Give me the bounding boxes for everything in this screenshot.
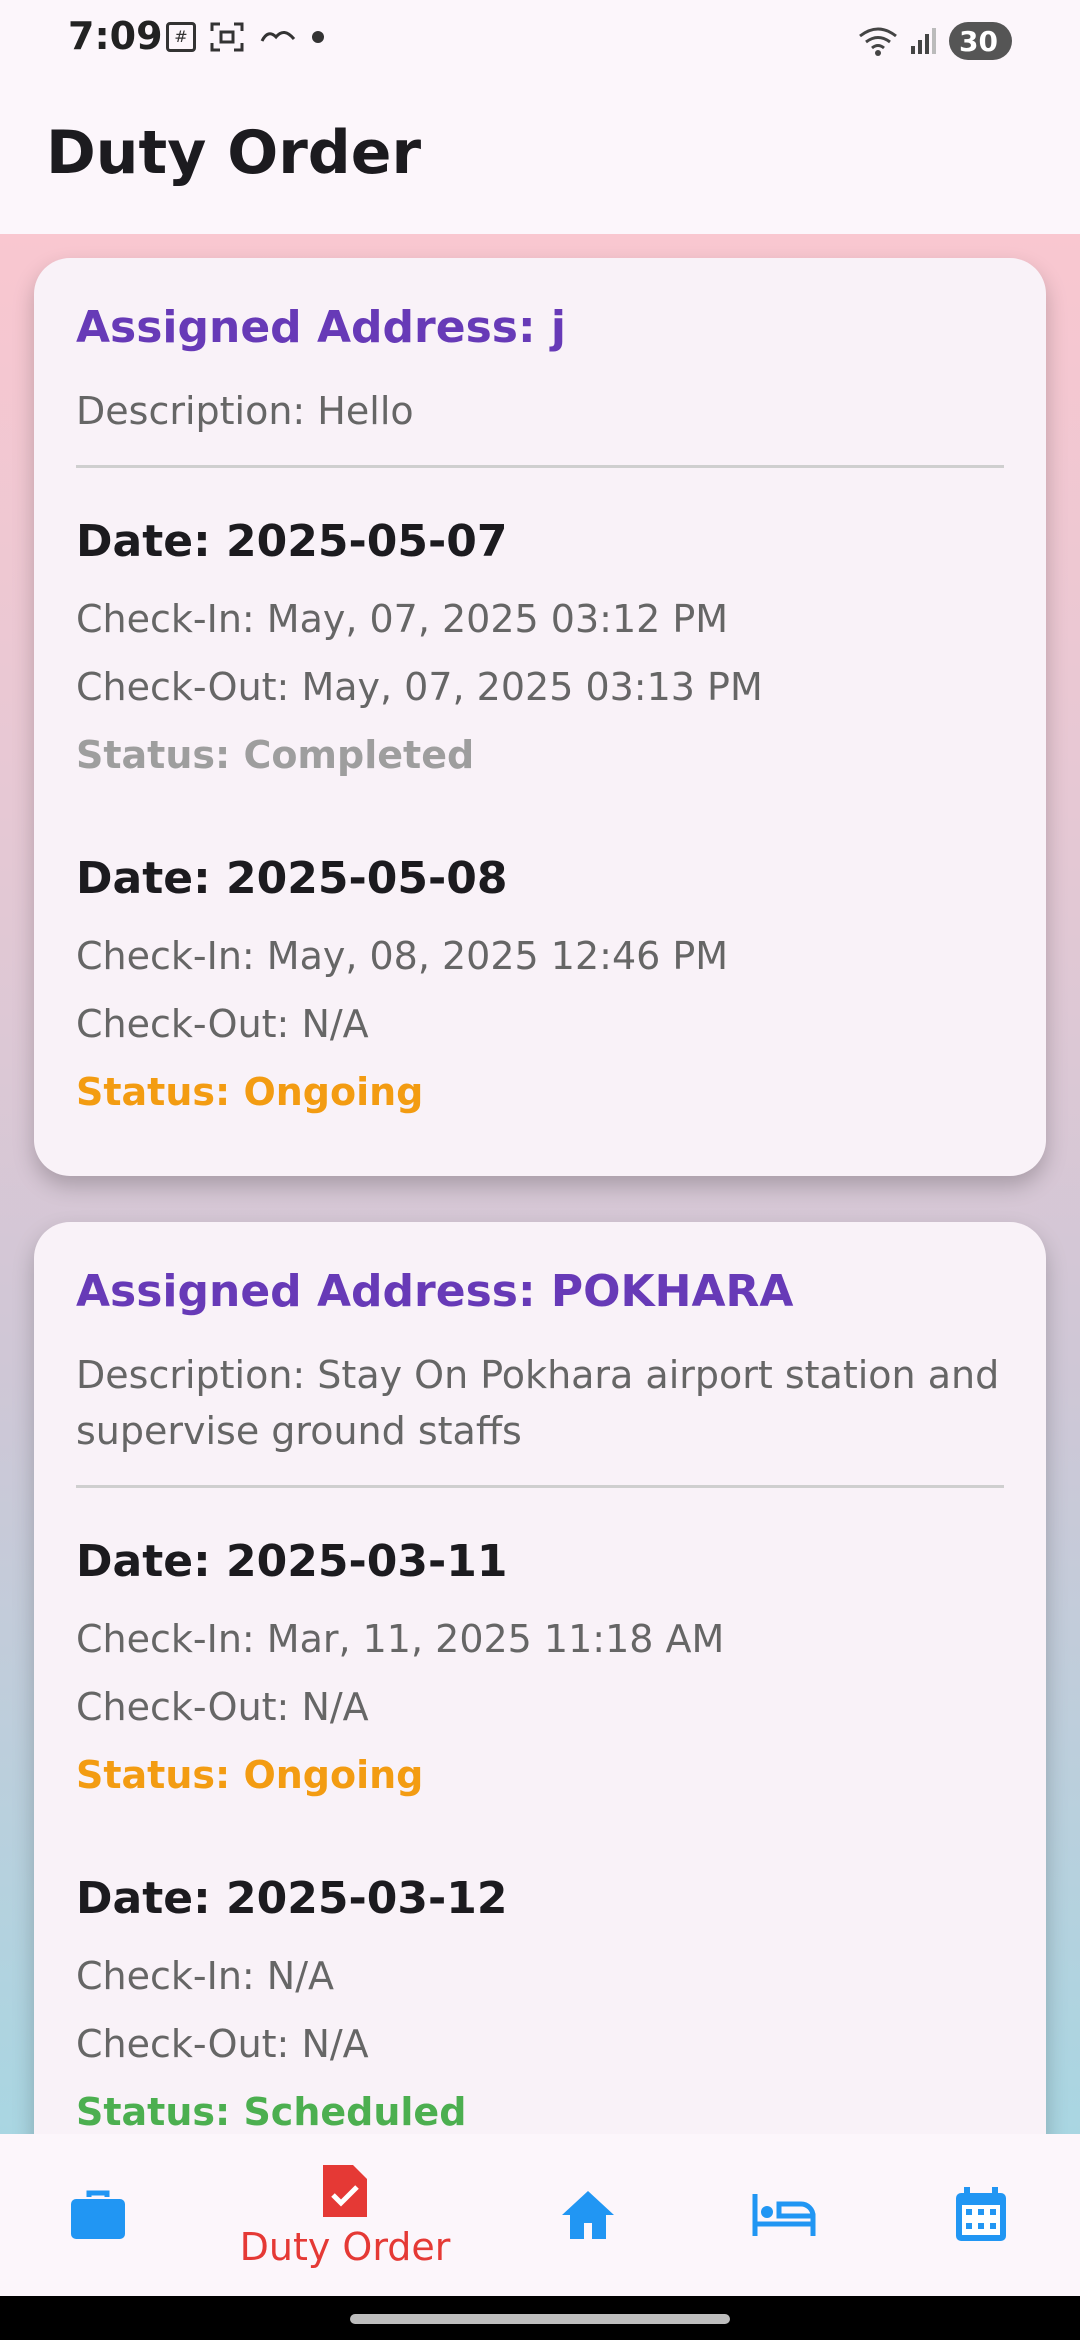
- home-handle[interactable]: [350, 2314, 730, 2324]
- nav-bed[interactable]: [724, 2134, 844, 2296]
- status-ongoing: Status: Ongoing: [76, 1753, 424, 1797]
- battery-level: 30: [959, 24, 998, 58]
- nav-calendar[interactable]: [921, 2134, 1041, 2296]
- duty-entry: Date: 2025-03-11 Check-In: Mar, 11, 2025…: [76, 1536, 1004, 1809]
- divider: [76, 465, 1004, 468]
- screenshot-icon: [210, 22, 244, 52]
- status-time: 7:09: [68, 14, 163, 58]
- home-icon: [562, 2191, 614, 2239]
- app-bar: Duty Order: [0, 80, 1080, 234]
- duty-card[interactable]: Assigned Address: j Description: Hello D…: [34, 258, 1046, 1176]
- check-out: Check-Out: N/A: [76, 2022, 369, 2066]
- duty-order-icon: [323, 2165, 367, 2217]
- check-in: Check-In: May, 07, 2025 03:12 PM: [76, 597, 729, 641]
- entry-date: Date: 2025-05-08: [76, 853, 508, 904]
- entry-date: Date: 2025-03-12: [76, 1873, 508, 1924]
- description: Description: Stay On Pokhara airport sta…: [76, 1353, 1000, 1453]
- description: Description: Hello: [76, 389, 414, 433]
- battery-icon: 30: [949, 22, 1012, 60]
- entry-date: Date: 2025-03-11: [76, 1536, 508, 1587]
- check-out: Check-Out: N/A: [76, 1685, 369, 1729]
- duty-entry: Date: 2025-05-08 Check-In: May, 08, 2025…: [76, 853, 1004, 1126]
- status-completed: Status: Completed: [76, 733, 475, 777]
- status-ongoing: Status: Ongoing: [76, 1070, 424, 1114]
- check-out: Check-Out: N/A: [76, 1002, 369, 1046]
- status-bar: 7:09 # 30: [0, 0, 1080, 80]
- calendar-icon: [956, 2187, 1006, 2241]
- divider: [76, 1485, 1004, 1488]
- nav-home[interactable]: [528, 2134, 648, 2296]
- check-in: Check-In: May, 08, 2025 12:46 PM: [76, 934, 729, 978]
- nav-briefcase[interactable]: [38, 2134, 158, 2296]
- duty-order-list[interactable]: Assigned Address: j Description: Hello D…: [0, 234, 1080, 2134]
- entry-date: Date: 2025-05-07: [76, 516, 508, 567]
- check-out: Check-Out: May, 07, 2025 03:13 PM: [76, 665, 763, 709]
- bed-icon: [752, 2194, 816, 2236]
- wifi-icon: [859, 27, 897, 56]
- status-left-icons: #: [166, 22, 324, 52]
- check-in: Check-In: Mar, 11, 2025 11:18 AM: [76, 1617, 725, 1661]
- assigned-address: Assigned Address: j: [76, 302, 566, 353]
- cloud-icon: [260, 31, 296, 42]
- nav-duty-order[interactable]: Duty Order: [220, 2134, 470, 2296]
- status-scheduled: Status: Scheduled: [76, 2090, 467, 2134]
- sim-icon: #: [166, 22, 196, 52]
- duty-entry: Date: 2025-05-07 Check-In: May, 07, 2025…: [76, 516, 1004, 789]
- nav-label-duty-order: Duty Order: [239, 2225, 451, 2269]
- assigned-address: Assigned Address: POKHARA: [76, 1266, 794, 1317]
- briefcase-icon: [71, 2190, 125, 2239]
- check-in: Check-In: N/A: [76, 1954, 335, 1998]
- duty-entry: Date: 2025-03-12 Check-In: N/A Check-Out…: [76, 1873, 1004, 2134]
- dot-icon: [312, 31, 324, 43]
- status-right-icons: 30: [857, 22, 1012, 60]
- page-title: Duty Order: [46, 118, 422, 188]
- signal-icon: [911, 28, 937, 54]
- duty-card[interactable]: Assigned Address: POKHARA Description: S…: [34, 1222, 1046, 2134]
- bottom-nav: Duty Order: [0, 2134, 1080, 2296]
